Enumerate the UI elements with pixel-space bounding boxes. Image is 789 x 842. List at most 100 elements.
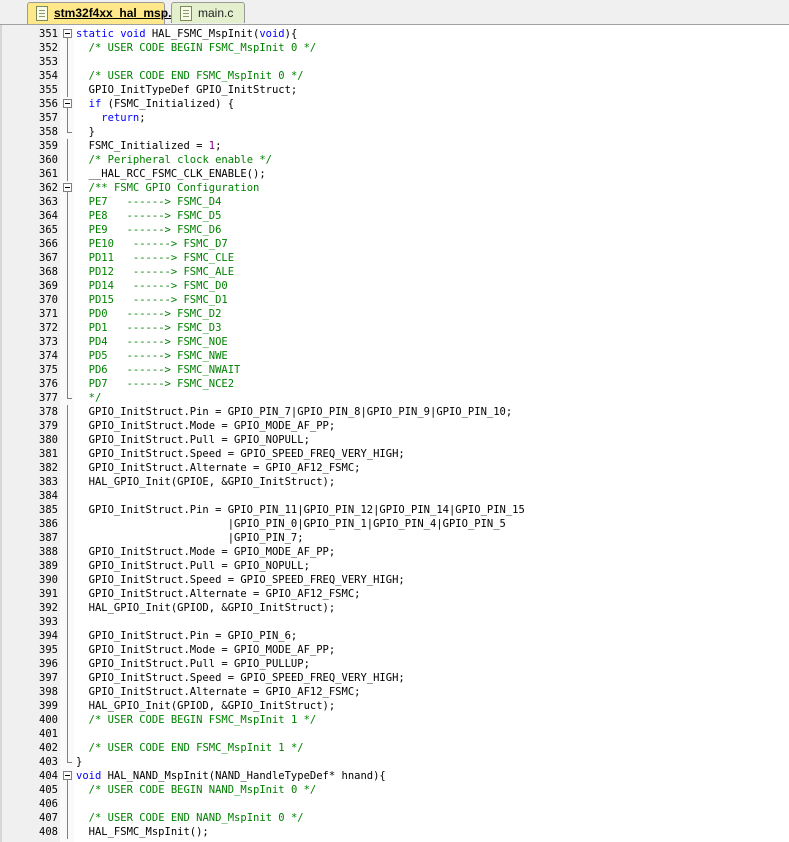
comment-token: PD6 ------> FSMC_NWAIT	[88, 364, 241, 376]
code-line[interactable]: 392 HAL_GPIO_Init(GPIOD, &GPIO_InitStruc…	[2, 601, 789, 615]
code-line[interactable]: 407 /* USER CODE END NAND_MspInit 0 */	[2, 811, 789, 825]
code-line[interactable]: 379 GPIO_InitStruct.Mode = GPIO_MODE_AF_…	[2, 419, 789, 433]
code-line[interactable]: 351 static void HAL_FSMC_MspInit(void){	[2, 27, 789, 41]
code-line[interactable]: 388 GPIO_InitStruct.Mode = GPIO_MODE_AF_…	[2, 545, 789, 559]
code-line[interactable]: 402 /* USER CODE END FSMC_MspInit 1 */	[2, 741, 789, 755]
fold-guide-line	[60, 657, 74, 671]
fold-collapse-icon[interactable]	[60, 97, 74, 111]
code-line[interactable]: 363 PE7 ------> FSMC_D4	[2, 195, 789, 209]
code-text: /** FSMC GPIO Configuration	[76, 181, 260, 195]
code-line[interactable]: 374 PD5 ------> FSMC_NWE	[2, 349, 789, 363]
code-line[interactable]: 369 PD14 ------> FSMC_D0	[2, 279, 789, 293]
code-line[interactable]: 384	[2, 489, 789, 503]
fold-guide-line	[60, 41, 74, 55]
code-line[interactable]: 356 if (FSMC_Initialized) {	[2, 97, 789, 111]
code-line[interactable]: 373 PD4 ------> FSMC_NOE	[2, 335, 789, 349]
code-line[interactable]: 360 /* Peripheral clock enable */	[2, 153, 789, 167]
code-token: GPIO_InitStruct.Pull = GPIO_PULLUP;	[76, 658, 310, 670]
code-line[interactable]: 401	[2, 727, 789, 741]
code-line[interactable]: 391 GPIO_InitStruct.Alternate = GPIO_AF1…	[2, 587, 789, 601]
code-line[interactable]: 361 __HAL_RCC_FSMC_CLK_ENABLE();	[2, 167, 789, 181]
line-number: 378	[39, 406, 58, 418]
code-line[interactable]: 395 GPIO_InitStruct.Mode = GPIO_MODE_AF_…	[2, 643, 789, 657]
fold-collapse-icon[interactable]	[60, 27, 74, 41]
code-line[interactable]: 380 GPIO_InitStruct.Pull = GPIO_NOPULL;	[2, 433, 789, 447]
code-text: HAL_GPIO_Init(GPIOD, &GPIO_InitStruct);	[76, 601, 336, 615]
code-line[interactable]: 400 /* USER CODE BEGIN FSMC_MspInit 1 */	[2, 713, 789, 727]
code-line[interactable]: 405 /* USER CODE BEGIN NAND_MspInit 0 */	[2, 783, 789, 797]
code-line[interactable]: 371 PD0 ------> FSMC_D2	[2, 307, 789, 321]
code-line[interactable]: 352 /* USER CODE BEGIN FSMC_MspInit 0 */	[2, 41, 789, 55]
comment-token: PE10 ------> FSMC_D7	[88, 238, 228, 250]
code-line[interactable]: 397 GPIO_InitStruct.Speed = GPIO_SPEED_F…	[2, 671, 789, 685]
code-line[interactable]: 389 GPIO_InitStruct.Pull = GPIO_NOPULL;	[2, 559, 789, 573]
code-line[interactable]: 404 void HAL_NAND_MspInit(NAND_HandleType…	[2, 769, 789, 783]
code-text: GPIO_InitStruct.Alternate = GPIO_AF12_FS…	[76, 461, 361, 475]
code-line[interactable]: 403}	[2, 755, 789, 769]
code-line[interactable]: 396 GPIO_InitStruct.Pull = GPIO_PULLUP;	[2, 657, 789, 671]
code-line[interactable]: 357 return;	[2, 111, 789, 125]
fold-guide-line	[60, 279, 74, 293]
fold-guide-line	[60, 559, 74, 573]
c-file-icon	[36, 6, 48, 21]
code-line[interactable]: 382 GPIO_InitStruct.Alternate = GPIO_AF1…	[2, 461, 789, 475]
code-line[interactable]: 375 PD6 ------> FSMC_NWAIT	[2, 363, 789, 377]
code-line[interactable]: 387 |GPIO_PIN_7;	[2, 531, 789, 545]
fold-guide-line	[60, 699, 74, 713]
fold-collapse-icon[interactable]	[60, 769, 74, 783]
code-line[interactable]: 385 GPIO_InitStruct.Pin = GPIO_PIN_11|GP…	[2, 503, 789, 517]
fold-guide-line	[60, 825, 74, 839]
code-line[interactable]: 372 PD1 ------> FSMC_D3	[2, 321, 789, 335]
code-token: GPIO_InitStruct.Pull = GPIO_NOPULL;	[76, 560, 310, 572]
code-token: }	[76, 756, 83, 768]
code-line[interactable]: 358 }	[2, 125, 789, 139]
comment-token: PD4 ------> FSMC_NOE	[88, 336, 228, 348]
line-number: 399	[39, 700, 58, 712]
code-lines: 351 static void HAL_FSMC_MspInit(void){35…	[2, 27, 789, 839]
code-line[interactable]: 355 GPIO_InitTypeDef GPIO_InitStruct;	[2, 83, 789, 97]
code-line[interactable]: 376 PD7 ------> FSMC_NCE2	[2, 377, 789, 391]
fold-end-marker	[60, 391, 74, 405]
tab-stm32f4xx-hal-msp[interactable]: stm32f4xx_hal_msp.c	[27, 2, 178, 24]
code-line[interactable]: 383 HAL_GPIO_Init(GPIOE, &GPIO_InitStruc…	[2, 475, 789, 489]
line-number: 401	[39, 728, 58, 740]
code-line[interactable]: 378 GPIO_InitStruct.Pin = GPIO_PIN_7|GPI…	[2, 405, 789, 419]
comment-token: /* USER CODE BEGIN FSMC_MspInit 1 */	[88, 714, 317, 726]
code-line[interactable]: 386 |GPIO_PIN_0|GPIO_PIN_1|GPIO_PIN_4|GP…	[2, 517, 789, 531]
fold-guide-line	[60, 615, 74, 629]
code-line[interactable]: 362 /** FSMC GPIO Configuration	[2, 181, 789, 195]
code-text: PD1 ------> FSMC_D3	[76, 321, 222, 335]
code-text: }	[76, 755, 82, 769]
code-line[interactable]: 367 PD11 ------> FSMC_CLE	[2, 251, 789, 265]
code-line[interactable]: 406	[2, 797, 789, 811]
line-number: 374	[39, 350, 58, 362]
code-line[interactable]: 393	[2, 615, 789, 629]
line-number: 362	[39, 182, 58, 194]
code-line[interactable]: 368 PD12 ------> FSMC_ALE	[2, 265, 789, 279]
code-line[interactable]: 399 HAL_GPIO_Init(GPIOD, &GPIO_InitStruc…	[2, 699, 789, 713]
code-line[interactable]: 377 */	[2, 391, 789, 405]
code-line[interactable]: 390 GPIO_InitStruct.Speed = GPIO_SPEED_F…	[2, 573, 789, 587]
code-line[interactable]: 381 GPIO_InitStruct.Speed = GPIO_SPEED_F…	[2, 447, 789, 461]
code-editor[interactable]: 351 static void HAL_FSMC_MspInit(void){35…	[2, 25, 789, 842]
line-number: 359	[39, 140, 58, 152]
code-line[interactable]: 398 GPIO_InitStruct.Alternate = GPIO_AF1…	[2, 685, 789, 699]
fold-collapse-icon[interactable]	[60, 181, 74, 195]
tab-main-c[interactable]: main.c	[171, 2, 245, 23]
comment-token: /* USER CODE BEGIN FSMC_MspInit 0 */	[88, 42, 317, 54]
code-token: ){	[284, 28, 298, 40]
code-text: FSMC_Initialized = 1;	[76, 139, 222, 153]
code-line[interactable]: 353	[2, 55, 789, 69]
code-line[interactable]: 365 PE9 ------> FSMC_D6	[2, 223, 789, 237]
code-line[interactable]: 370 PD15 ------> FSMC_D1	[2, 293, 789, 307]
code-line[interactable]: 359 FSMC_Initialized = 1;	[2, 139, 789, 153]
code-line[interactable]: 408 HAL_FSMC_MspInit();	[2, 825, 789, 839]
code-line[interactable]: 354 /* USER CODE END FSMC_MspInit 0 */	[2, 69, 789, 83]
code-line[interactable]: 364 PE8 ------> FSMC_D5	[2, 209, 789, 223]
code-line[interactable]: 366 PE10 ------> FSMC_D7	[2, 237, 789, 251]
code-token: GPIO_InitStruct.Speed = GPIO_SPEED_FREQ_…	[76, 448, 405, 460]
code-line[interactable]: 394 GPIO_InitStruct.Pin = GPIO_PIN_6;	[2, 629, 789, 643]
